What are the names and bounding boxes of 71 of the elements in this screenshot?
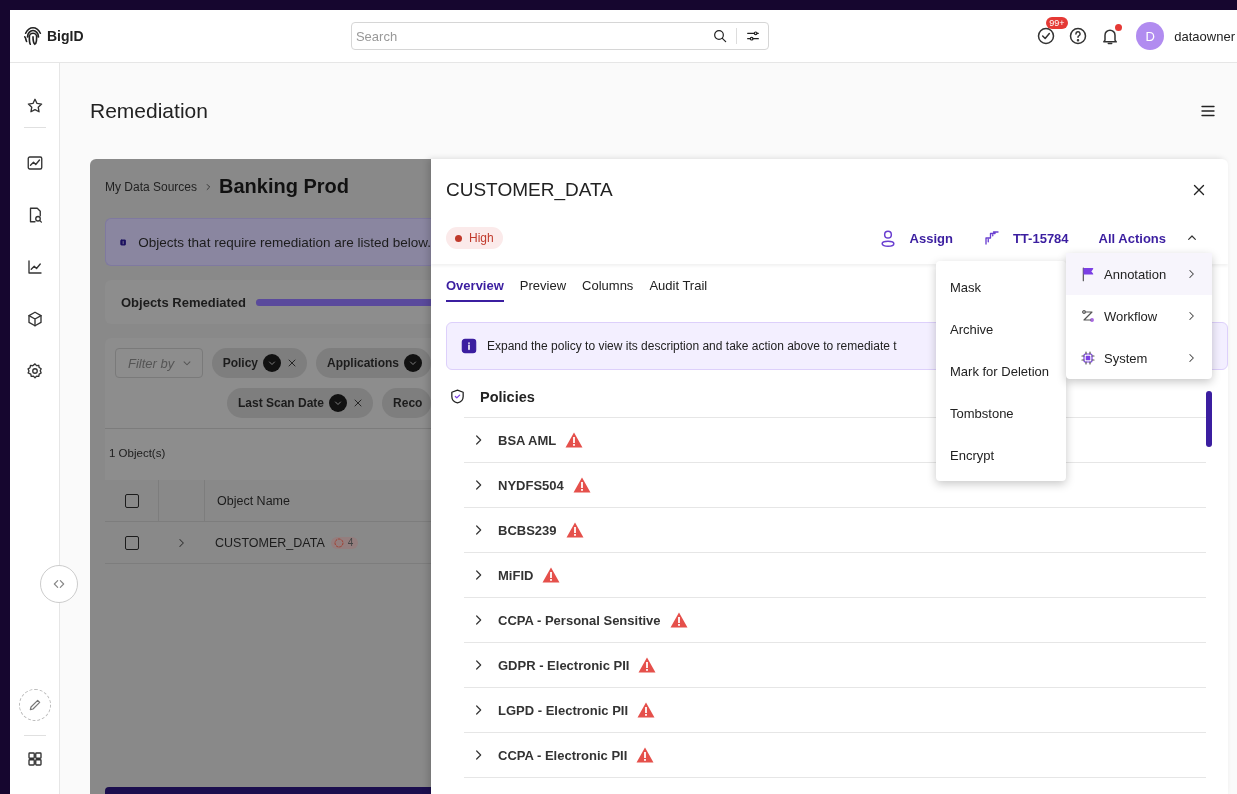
- info-text: Objects that require remediation are listed below.: [138, 234, 431, 250]
- apps-grid-icon[interactable]: [25, 750, 44, 768]
- breadcrumb-link[interactable]: My Data Sources: [105, 179, 198, 194]
- cube-icon[interactable]: [25, 310, 44, 328]
- object-name[interactable]: CUSTOMER_DATA: [215, 535, 325, 550]
- policy-name: GDPR - Electronic PII: [498, 657, 630, 673]
- collapse-toggle-button[interactable]: [40, 565, 78, 603]
- info-icon: [461, 338, 477, 354]
- ticket-steps-icon: [982, 229, 1001, 247]
- row-checkbox[interactable]: [124, 535, 139, 550]
- tab[interactable]: Overview: [446, 278, 504, 302]
- select-all-checkbox[interactable]: [124, 493, 139, 508]
- image-chart-icon[interactable]: [25, 154, 44, 172]
- severity-tag: High: [446, 227, 503, 249]
- tab[interactable]: Columns: [582, 278, 634, 302]
- settings-icon[interactable]: [25, 362, 44, 380]
- data-source-title: Banking Prod: [219, 175, 350, 198]
- menu-item[interactable]: Archive: [936, 308, 1066, 350]
- policy-count-badge: 4: [330, 536, 359, 549]
- object-count: 1 Object(s): [109, 447, 166, 459]
- count-badge: 99+: [1046, 17, 1068, 29]
- filter-chip[interactable]: Policy: [211, 348, 307, 378]
- check-circle-icon[interactable]: [1036, 26, 1057, 46]
- assign-button[interactable]: Assign: [877, 228, 953, 248]
- policy-row[interactable]: BCBS239: [464, 508, 1206, 553]
- menu-item[interactable]: System: [1066, 337, 1212, 379]
- flag-icon: [1080, 266, 1096, 282]
- menu-item[interactable]: Mask: [936, 266, 1066, 308]
- menu-item[interactable]: Workflow: [1066, 295, 1212, 337]
- star-icon[interactable]: [25, 97, 44, 115]
- help-icon[interactable]: [1068, 26, 1089, 46]
- column-header: Object Name: [217, 493, 290, 508]
- filter-chip[interactable]: Last Scan Date: [227, 388, 374, 418]
- trend-chart-icon[interactable]: [25, 258, 44, 276]
- menu-item[interactable]: Mark for Deletion: [936, 350, 1066, 392]
- logo-text: BigID: [47, 28, 84, 44]
- fingerprint-logo-icon: [22, 25, 44, 47]
- progress-label: Objects Remediated: [121, 294, 246, 310]
- policy-name: CCPA - Personal Sensitive: [498, 612, 661, 628]
- filter-chip[interactable]: Reco: [382, 388, 431, 418]
- tab[interactable]: Audit Trail: [649, 278, 708, 302]
- policy-name: BCBS239: [498, 522, 557, 538]
- alert-ring-icon: [332, 536, 345, 549]
- filter-sliders-icon[interactable]: [744, 28, 761, 44]
- policy-name: CCPA - Electronic PII: [498, 747, 628, 763]
- policy-row[interactable]: CCPA - Electronic PII: [464, 733, 1206, 778]
- policy-name: BSA AML: [498, 432, 557, 448]
- policy-row[interactable]: CCPA - Personal Sensitive: [464, 598, 1206, 643]
- policy-row[interactable]: LGPD - Electronic PII: [464, 688, 1206, 733]
- search-field[interactable]: Search: [350, 22, 769, 50]
- policy-name: NYDFS504: [498, 477, 564, 493]
- policy-row[interactable]: MiFID: [464, 553, 1206, 598]
- info-text: Expand the policy to view its description and take action above to remediate t: [487, 339, 897, 353]
- username: dataowner: [1174, 28, 1235, 44]
- scrollbar-drawing: [1206, 391, 1212, 447]
- all-actions-button[interactable]: All Actions: [1098, 230, 1200, 246]
- page-title: Remediation: [90, 99, 208, 123]
- drawer-title: CUSTOMER_DATA: [446, 179, 613, 201]
- filter-chip[interactable]: Applications: [316, 348, 431, 378]
- ticket-link[interactable]: TT-15784: [982, 229, 1069, 247]
- menu-item[interactable]: Annotation: [1066, 253, 1212, 295]
- search-icon[interactable]: [711, 28, 728, 44]
- chip-icon: [1080, 350, 1096, 366]
- policy-name: LGPD - Electronic PII: [498, 702, 629, 718]
- policy-name: MiFID: [498, 567, 534, 583]
- policy-row[interactable]: GDPR - Electronic PII: [464, 643, 1206, 688]
- workflow-icon: [1080, 308, 1096, 324]
- section-title: Policies: [480, 388, 535, 405]
- shield-check-icon: [449, 388, 466, 405]
- tab[interactable]: Preview: [519, 278, 567, 302]
- remove-icon[interactable]: [286, 357, 298, 369]
